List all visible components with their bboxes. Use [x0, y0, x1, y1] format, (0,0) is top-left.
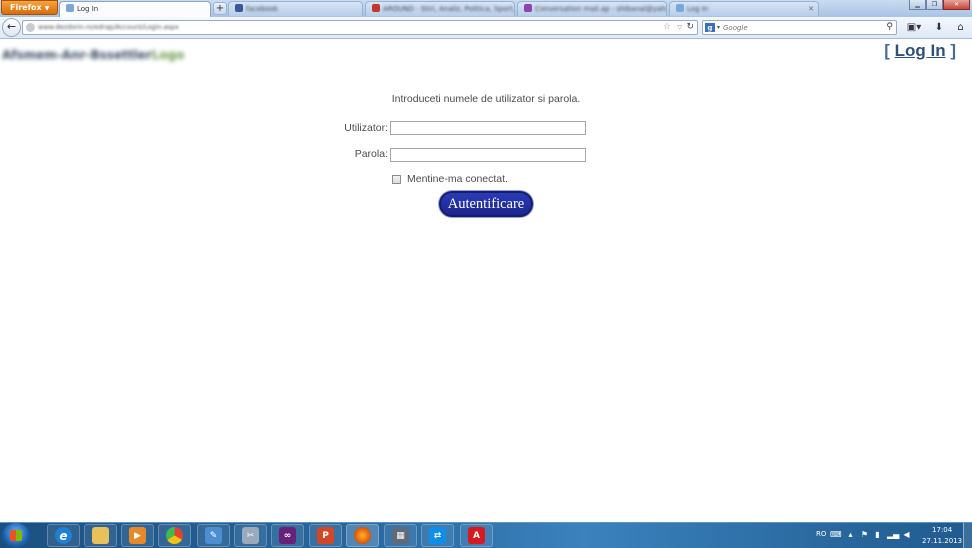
- taskbar-internet-explorer[interactable]: e: [47, 524, 80, 547]
- maximize-button[interactable]: ❐: [926, 0, 943, 10]
- calculator-icon: ▦: [392, 527, 409, 544]
- taskbar-powerpoint[interactable]: P: [309, 524, 342, 547]
- site-logo-text: Afsmem-Anr-Bssettler: [2, 48, 152, 62]
- bracket-close: ]: [950, 41, 956, 60]
- search-input[interactable]: [723, 21, 878, 34]
- site-logo-suffix: Logo: [151, 48, 185, 62]
- browser-nav-bar: ← www.dezdorin.ro/edrap/Account/Login.as…: [0, 17, 972, 39]
- paint-icon: ✎: [205, 527, 222, 544]
- windows-taskbar: e ▶ ✎ ✂ ∞ P ▦ ⇄ A RO ⌨ ▴ ⚑ ▮ ▂▄ ◀ 17:04 …: [0, 522, 972, 548]
- search-bar[interactable]: g ▾ ⚲: [702, 20, 897, 35]
- page-favicon-icon: [676, 4, 684, 12]
- tab-title: Log In: [77, 5, 99, 13]
- folder-icon: [92, 527, 109, 544]
- tab-title: facebook: [246, 5, 278, 13]
- page-content: Afsmem-Anr-BssettlerLogo [ Log In ] Intr…: [0, 39, 972, 522]
- arrow-left-icon: ←: [6, 20, 17, 33]
- login-submit-button[interactable]: Autentificare: [439, 191, 533, 217]
- chevron-down-icon: ▼: [44, 5, 50, 12]
- screen-capture-icon[interactable]: ▣▾: [904, 20, 924, 35]
- firefox-menu-label: Firefox: [10, 3, 42, 12]
- download-icon[interactable]: ⬇: [932, 20, 946, 35]
- taskbar-tools[interactable]: ✂: [234, 524, 267, 547]
- system-tray: RO ⌨ ▴ ⚑ ▮ ▂▄ ◀ 17:04 27.11.2013: [812, 523, 972, 548]
- site-logo[interactable]: Afsmem-Anr-BssettlerLogo: [2, 44, 184, 66]
- tab-title: Conversation mail.ap - shibanal@yahoo.co…: [535, 5, 666, 13]
- tab-news[interactable]: AROUND · Stiri, Analiz, Politica, Sport,…: [365, 1, 515, 16]
- username-input[interactable]: [390, 121, 586, 135]
- taskbar-media-player[interactable]: ▶: [121, 524, 154, 547]
- magnifier-icon[interactable]: ⚲: [886, 21, 893, 34]
- new-tab-button[interactable]: +: [213, 2, 227, 15]
- url-text: www.dezdorin.ro/edrap/Account/Login.aspx: [38, 23, 179, 31]
- clock-date[interactable]: 27.11.2013: [922, 537, 962, 545]
- remember-me-label[interactable]: Mentine-ma conectat.: [407, 173, 508, 185]
- globe-icon: [26, 23, 35, 32]
- bookmark-star-icon[interactable]: ☆: [663, 21, 671, 34]
- taskbar-acrobat[interactable]: A: [460, 524, 493, 547]
- taskbar-file-explorer[interactable]: [84, 524, 117, 547]
- media-player-icon: ▶: [129, 527, 146, 544]
- keyboard-icon[interactable]: ⌨: [830, 530, 842, 539]
- taskbar-paint[interactable]: ✎: [197, 524, 230, 547]
- tab-facebook[interactable]: facebook: [228, 1, 363, 16]
- taskbar-calculator[interactable]: ▦: [384, 524, 417, 547]
- news-favicon-icon: [372, 4, 380, 12]
- login-link-wrapper: [ Log In ]: [884, 41, 956, 61]
- page-favicon-icon: [66, 4, 74, 12]
- plus-icon: +: [215, 3, 225, 14]
- home-icon[interactable]: ⌂: [953, 20, 968, 35]
- tab-title: AROUND · Stiri, Analiz, Politica, Sport,…: [383, 5, 515, 13]
- taskbar-firefox[interactable]: [346, 524, 379, 547]
- internet-explorer-icon: e: [55, 527, 72, 544]
- address-bar[interactable]: www.dezdorin.ro/edrap/Account/Login.aspx…: [22, 20, 698, 35]
- back-button[interactable]: ←: [2, 18, 21, 37]
- firefox-menu-button[interactable]: Firefox ▼: [1, 0, 58, 15]
- history-dropdown-icon[interactable]: ▽: [677, 21, 682, 34]
- show-desktop-button[interactable]: [963, 523, 972, 548]
- show-hidden-icons-icon[interactable]: ▴: [846, 530, 855, 539]
- acrobat-icon: A: [468, 527, 485, 544]
- tools-icon: ✂: [242, 527, 259, 544]
- username-label: Utilizator:: [344, 122, 388, 134]
- bracket-open: [: [884, 41, 890, 60]
- reload-icon[interactable]: ↻: [686, 21, 694, 34]
- clock-time[interactable]: 17:04: [932, 526, 952, 534]
- login-link[interactable]: Log In: [895, 41, 946, 60]
- firefox-icon: [354, 527, 371, 544]
- powerpoint-icon: P: [317, 527, 334, 544]
- remember-me-checkbox[interactable]: [392, 175, 401, 184]
- window-controls: ▁ ❐ ✕: [909, 0, 970, 10]
- start-button[interactable]: [2, 523, 30, 548]
- volume-icon[interactable]: ◀: [902, 530, 911, 539]
- minimize-button[interactable]: ▁: [909, 0, 926, 10]
- close-tab-icon[interactable]: ✕: [808, 2, 814, 16]
- google-engine-icon[interactable]: g: [705, 23, 715, 32]
- login-instructions: Introduceti numele de utilizator si paro…: [391, 93, 581, 105]
- visual-studio-icon: ∞: [279, 527, 296, 544]
- browser-tab-bar: Firefox ▼ Log In + facebook AROUND · Stir…: [0, 0, 972, 18]
- action-center-flag-icon[interactable]: ⚑: [860, 530, 869, 539]
- taskbar-teamviewer[interactable]: ⇄: [421, 524, 454, 547]
- windows-logo-icon: [10, 530, 22, 541]
- network-icon[interactable]: ▂▄: [887, 530, 899, 539]
- teamviewer-icon: ⇄: [429, 527, 446, 544]
- facebook-favicon-icon: [235, 4, 243, 12]
- password-input[interactable]: [390, 148, 586, 162]
- close-window-button[interactable]: ✕: [943, 0, 970, 10]
- language-indicator[interactable]: RO: [816, 530, 826, 538]
- tab-title: Log In: [687, 5, 709, 13]
- mail-favicon-icon: [524, 4, 532, 12]
- taskbar-visual-studio[interactable]: ∞: [271, 524, 304, 547]
- chrome-icon: [166, 527, 183, 544]
- tab-log-in-2[interactable]: Log In ✕: [669, 1, 819, 16]
- tab-log-in[interactable]: Log In: [59, 1, 211, 17]
- taskbar-chrome[interactable]: [158, 524, 191, 547]
- power-icon[interactable]: ▮: [873, 530, 882, 539]
- chevron-down-icon[interactable]: ▾: [717, 21, 720, 34]
- password-label: Parola:: [354, 148, 388, 160]
- tab-mail[interactable]: Conversation mail.ap - shibanal@yahoo.co…: [517, 1, 667, 16]
